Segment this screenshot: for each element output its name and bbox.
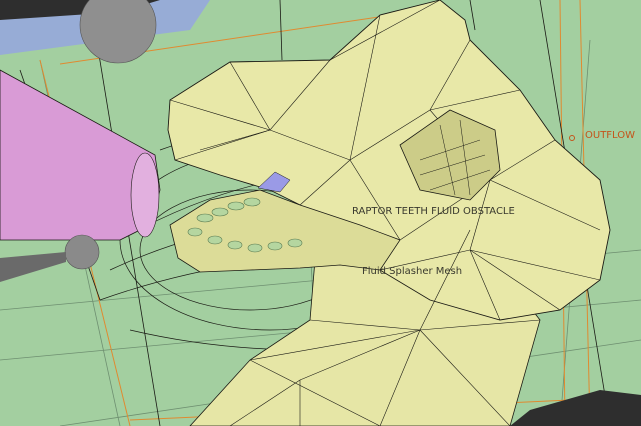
- viewport-scene[interactable]: [0, 0, 641, 426]
- 3d-viewport[interactable]: RAPTOR TEETH FLUID OBSTACLE Fluid Splash…: [0, 0, 641, 426]
- emitter-sphere-small[interactable]: [64, 234, 100, 270]
